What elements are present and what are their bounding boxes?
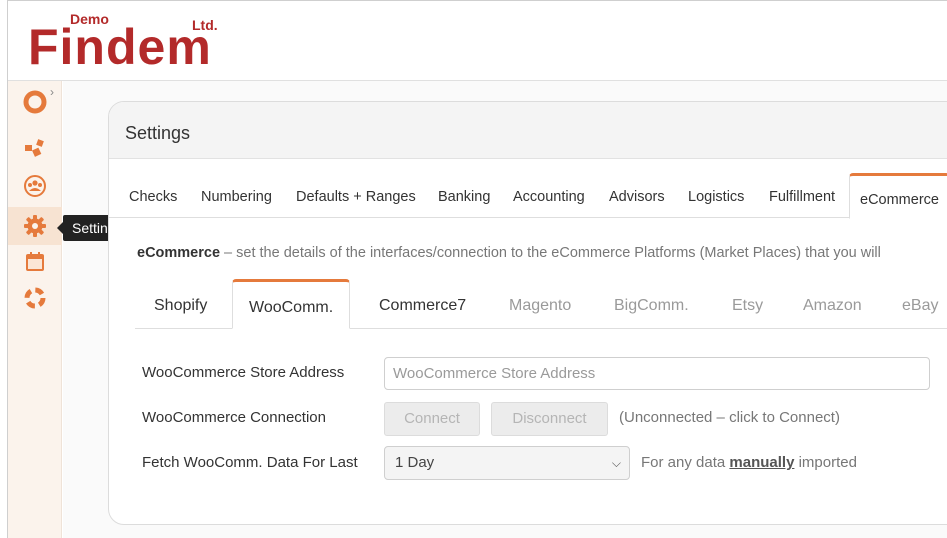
chevron-right-icon: ›: [50, 85, 54, 99]
lifebuoy-icon: [24, 287, 46, 309]
settings-tabs: Checks Numbering Defaults + Ranges Banki…: [109, 159, 947, 219]
sidebar-item-inventory[interactable]: [8, 129, 62, 167]
sidebar-item-toggle[interactable]: ›: [8, 83, 62, 121]
findem-logo: Demo Ltd. Findem: [28, 7, 268, 75]
calendar-icon: [26, 252, 44, 271]
sidebar: ›: [8, 81, 62, 538]
sidebar-item-settings[interactable]: [8, 207, 62, 245]
tab-defaults-ranges[interactable]: Defaults + Ranges: [296, 189, 416, 205]
sidebar-item-contacts[interactable]: [8, 167, 62, 205]
description-text: – set the details of the interfaces/conn…: [220, 245, 881, 261]
fetch-note-post: imported: [794, 454, 857, 471]
subtab-shopify[interactable]: Shopify: [154, 297, 207, 315]
people-icon: [24, 175, 46, 197]
connect-button[interactable]: Connect: [384, 402, 480, 436]
tab-logistics[interactable]: Logistics: [688, 189, 744, 205]
logo-wordmark: Findem: [28, 19, 212, 75]
store-address-label: WooCommerce Store Address: [142, 364, 345, 381]
description-title: eCommerce: [137, 245, 221, 261]
subtab-commerce7[interactable]: Commerce7: [379, 297, 466, 315]
chevron-down-icon: ⌵: [611, 456, 621, 470]
tab-fulfillment[interactable]: Fulfillment: [769, 189, 835, 205]
manually-link[interactable]: manually: [729, 454, 794, 471]
store-address-input[interactable]: [384, 357, 930, 390]
ecommerce-description: eCommerce – set the details of the inter…: [137, 245, 881, 261]
tab-checks[interactable]: Checks: [129, 189, 177, 205]
subtab-ebay[interactable]: eBay: [902, 297, 938, 315]
fetch-label: Fetch WooComm. Data For Last: [142, 454, 358, 471]
fetch-period-value: 1 Day: [395, 454, 435, 471]
fetch-note-pre: For any data: [641, 454, 730, 471]
tab-advisors[interactable]: Advisors: [609, 189, 665, 205]
fetch-note: For any data manually imported: [641, 454, 857, 471]
subtab-amazon[interactable]: Amazon: [803, 297, 862, 315]
fetch-period-select[interactable]: 1 Day ⌵: [384, 446, 630, 480]
tab-accounting[interactable]: Accounting: [513, 189, 585, 205]
tab-banking[interactable]: Banking: [438, 189, 490, 205]
connection-label: WooCommerce Connection: [142, 409, 326, 426]
boxes-icon: [25, 139, 44, 157]
subtab-woocomm[interactable]: WooComm.: [232, 279, 351, 329]
connection-status: (Unconnected – click to Connect): [619, 409, 840, 426]
subtab-etsy[interactable]: Etsy: [732, 297, 763, 315]
subtab-magento[interactable]: Magento: [509, 297, 571, 315]
app-window: Demo Ltd. Findem › Settings Settings Che…: [7, 0, 947, 538]
subtab-bigcomm[interactable]: BigComm.: [614, 297, 689, 315]
platform-tabs: Shopify WooComm. Commerce7 Magento BigCo…: [135, 279, 947, 329]
page-title: Settings: [125, 123, 191, 143]
card-header: Settings: [109, 102, 947, 159]
tab-numbering[interactable]: Numbering: [201, 189, 272, 205]
sidebar-item-calendar[interactable]: [8, 243, 62, 281]
sidebar-item-help[interactable]: [8, 279, 62, 317]
spinner-icon: [23, 90, 47, 114]
disconnect-button[interactable]: Disconnect: [491, 402, 608, 436]
settings-card: Settings Checks Numbering Defaults + Ran…: [108, 101, 947, 525]
gear-icon: [24, 215, 46, 237]
tab-ecommerce[interactable]: eCommerce: [849, 173, 947, 219]
